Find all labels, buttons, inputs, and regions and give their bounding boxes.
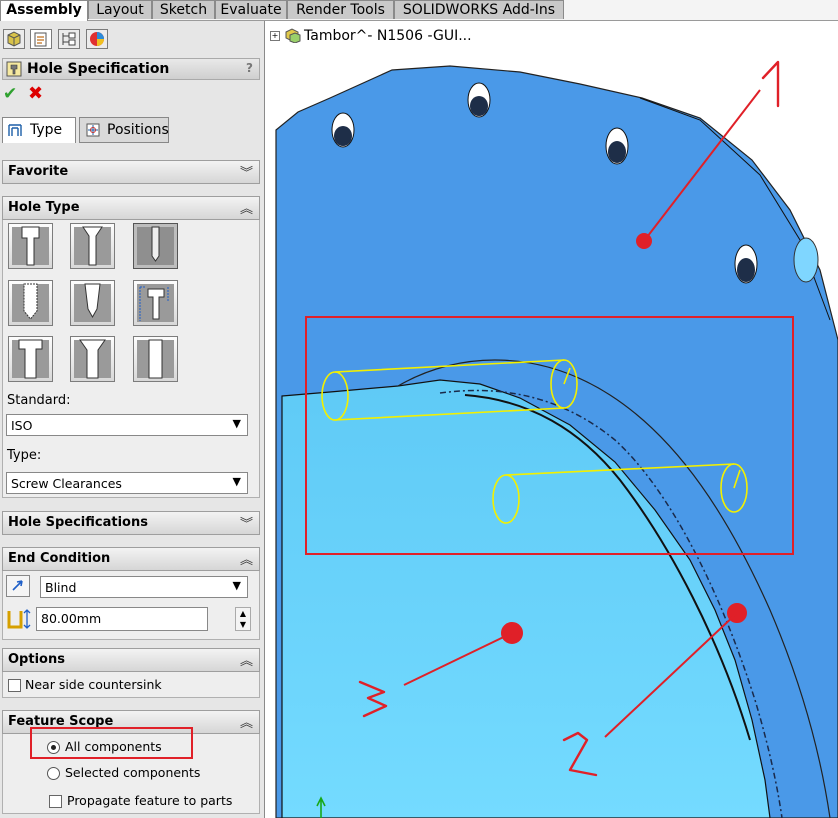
favorite-title: Favorite <box>8 164 69 179</box>
chevron-down-icon: ▼ <box>232 579 241 592</box>
tab-evaluate[interactable]: Evaluate <box>215 0 287 19</box>
hole-specifications-title: Hole Specifications <box>8 515 148 530</box>
cancel-button[interactable]: ✖ <box>28 83 43 104</box>
positions-icon <box>85 122 101 146</box>
pipe-tap-button[interactable] <box>70 280 115 326</box>
ok-button[interactable]: ✔ <box>3 84 17 104</box>
counterbore-hole-button[interactable] <box>8 223 53 269</box>
tab-solidworks-add-ins[interactable]: SOLIDWORKS Add-Ins <box>394 0 564 19</box>
assembly-icon <box>284 27 302 46</box>
slot-button[interactable] <box>133 336 178 382</box>
tapped-hole-button[interactable] <box>8 280 53 326</box>
graphics-viewport[interactable] <box>265 21 838 818</box>
command-manager-tabs: Assembly Layout Sketch Evaluate Render T… <box>0 0 838 21</box>
simple-hole-button[interactable] <box>133 223 178 269</box>
tab-type-label: Type <box>30 122 63 138</box>
standard-label: Standard: <box>7 393 71 408</box>
standard-dropdown[interactable]: ISO ▼ <box>6 414 248 436</box>
countersink-slot-button[interactable] <box>70 336 115 382</box>
hole-type-icon <box>7 122 23 146</box>
type-value: Screw Clearances <box>11 476 122 491</box>
propagate-feature-checkbox[interactable] <box>49 795 62 808</box>
tab-layout[interactable]: Layout <box>88 0 152 19</box>
display-manager-icon[interactable] <box>86 29 108 49</box>
hole-wizard-icon <box>6 61 22 80</box>
favorite-section-header[interactable]: Favorite ︾ <box>2 160 260 184</box>
chevron-up-icon[interactable]: ︽ <box>240 650 253 669</box>
chevron-down-icon[interactable]: ︾ <box>240 162 253 181</box>
feature-manager-icon[interactable] <box>3 29 25 49</box>
depth-value: 80.00mm <box>41 611 102 626</box>
type-dropdown[interactable]: Screw Clearances ▼ <box>6 472 248 494</box>
chevron-down-icon: ▼ <box>232 475 241 488</box>
chevron-up-icon[interactable]: ︽ <box>240 549 253 568</box>
property-manager-title: Hole Specification <box>27 61 170 77</box>
end-condition-dropdown[interactable]: Blind ▼ <box>40 576 248 598</box>
chevron-down-icon[interactable]: ︾ <box>240 513 253 532</box>
depth-icon <box>6 607 32 634</box>
chevron-up-icon[interactable]: ︽ <box>240 712 253 731</box>
hole-type-section-header[interactable]: Hole Type ︽ <box>2 196 260 220</box>
depth-spinner[interactable]: ▲ ▼ <box>235 607 251 631</box>
end-condition-value: Blind <box>45 580 77 595</box>
tab-render-tools[interactable]: Render Tools <box>287 0 394 19</box>
type-label: Type: <box>7 448 42 463</box>
near-side-countersink-checkbox[interactable] <box>8 679 21 692</box>
hole-type-title: Hole Type <box>8 200 80 215</box>
property-manager-icon[interactable] <box>30 29 52 49</box>
expand-icon[interactable]: + <box>270 31 280 41</box>
feature-tree-item[interactable]: Tambor^- N1506 -GUI... <box>304 28 472 44</box>
options-title: Options <box>8 652 65 667</box>
hole-specifications-section-header[interactable]: Hole Specifications ︾ <box>2 511 260 535</box>
chevron-down-icon: ▼ <box>232 417 241 430</box>
reverse-direction-button[interactable] <box>6 575 30 597</box>
standard-value: ISO <box>11 418 33 433</box>
selected-components-radio[interactable] <box>47 767 60 780</box>
tab-sketch[interactable]: Sketch <box>152 0 215 19</box>
counterbore-slot-button[interactable] <box>8 336 53 382</box>
highlight-box <box>30 727 193 759</box>
configuration-manager-icon[interactable] <box>58 29 80 49</box>
legacy-hole-button[interactable] <box>133 280 178 326</box>
tab-type[interactable]: Type <box>2 117 76 143</box>
selected-components-label: Selected components <box>65 765 201 780</box>
tab-positions[interactable]: Positions <box>79 117 169 143</box>
help-button[interactable]: ? <box>246 61 253 75</box>
end-condition-title: End Condition <box>8 551 111 566</box>
propagate-feature-label: Propagate feature to parts <box>67 793 233 808</box>
countersink-hole-button[interactable] <box>70 223 115 269</box>
chevron-up-icon[interactable]: ︽ <box>240 198 253 217</box>
options-section-header[interactable]: Options ︽ <box>2 648 260 672</box>
end-condition-section-header[interactable]: End Condition ︽ <box>2 547 260 571</box>
tab-assembly[interactable]: Assembly <box>0 0 88 21</box>
depth-input[interactable]: 80.00mm <box>36 607 208 631</box>
near-side-countersink-label: Near side countersink <box>25 677 162 692</box>
property-manager-title-bar: Hole Specification ? <box>2 58 260 80</box>
tab-positions-label: Positions <box>107 122 169 138</box>
